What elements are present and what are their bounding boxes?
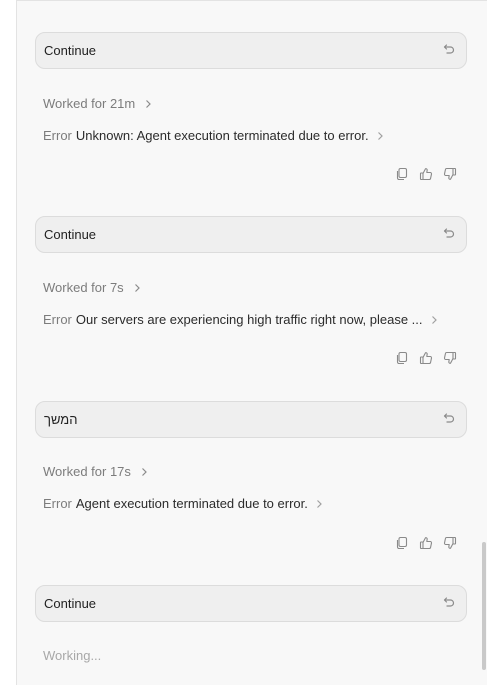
worked-for-toggle[interactable]: Worked for 7s [43,280,141,295]
thumbs-up-icon[interactable] [419,536,433,550]
user-message-text: Continue [44,227,97,242]
chevron-right-icon [377,131,384,141]
thumbs-down-icon[interactable] [443,536,457,550]
user-message-text: המשך [44,412,78,427]
worked-for-text: Worked for 21m [43,96,136,111]
copy-icon[interactable] [395,536,409,550]
thumbs-up-icon[interactable] [419,167,433,181]
error-row[interactable]: Error Unknown: Agent execution terminate… [43,128,384,143]
undo-icon[interactable] [442,411,456,425]
chevron-right-icon [431,315,438,325]
user-message-bubble[interactable]: Continue [35,585,467,622]
error-label: Error [43,312,72,327]
error-row[interactable]: Error Agent execution terminated due to … [43,496,323,511]
error-label: Error [43,496,72,511]
message-actions [395,536,457,550]
message-actions [395,351,457,365]
chevron-right-icon [316,499,323,509]
error-message: Unknown: Agent execution terminated due … [75,128,369,143]
error-message: Our servers are experiencing high traffi… [75,312,423,327]
worked-for-text: Worked for 17s [43,464,131,479]
user-message-text: Continue [44,596,97,611]
error-label: Error [43,128,72,143]
user-message-bubble[interactable]: Continue [35,216,467,253]
error-message: Agent execution terminated due to error. [75,496,308,511]
undo-icon[interactable] [442,595,456,609]
user-message-bubble[interactable]: Continue [35,32,467,69]
chevron-right-icon [141,467,148,477]
error-row[interactable]: Error Our servers are experiencing high … [43,312,438,327]
worked-for-toggle[interactable]: Worked for 21m [43,96,152,111]
thumbs-up-icon[interactable] [419,351,433,365]
chat-panel: Continue Worked for 21m Error Unknown: A… [16,0,487,685]
undo-icon[interactable] [442,226,456,240]
chevron-right-icon [134,283,141,293]
working-status: Working... [43,648,102,663]
chevron-right-icon [145,99,152,109]
thumbs-down-icon[interactable] [443,167,457,181]
message-actions [395,167,457,181]
worked-for-toggle[interactable]: Worked for 17s [43,464,148,479]
undo-icon[interactable] [442,42,456,56]
copy-icon[interactable] [395,351,409,365]
copy-icon[interactable] [395,167,409,181]
user-message-bubble[interactable]: המשך [35,401,467,438]
worked-for-text: Worked for 7s [43,280,124,295]
thumbs-down-icon[interactable] [443,351,457,365]
user-message-text: Continue [44,43,97,58]
scrollbar[interactable] [482,542,486,670]
